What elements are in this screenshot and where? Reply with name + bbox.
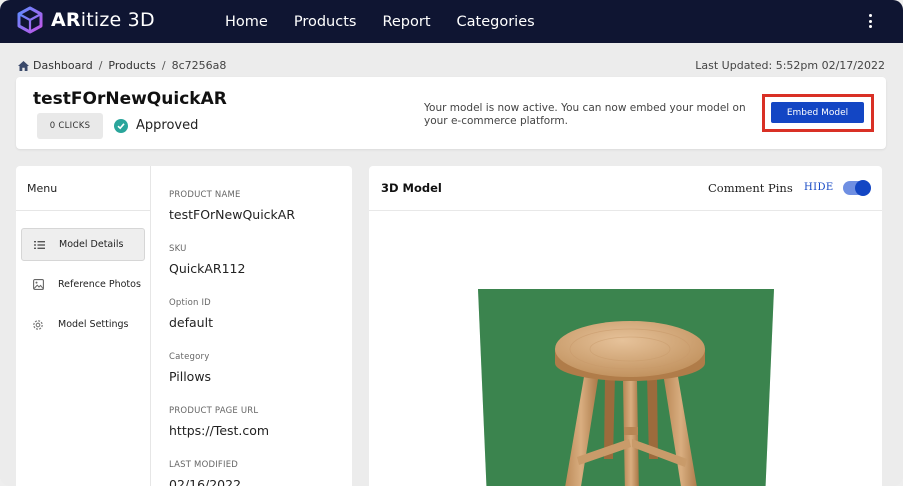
product-name-value: testFOrNewQuickAR bbox=[169, 207, 296, 222]
hide-pins-button[interactable]: HIDE bbox=[804, 182, 834, 193]
breadcrumb-dashboard[interactable]: Dashboard bbox=[33, 59, 93, 72]
divider bbox=[369, 210, 882, 211]
menu-heading: Menu bbox=[27, 182, 58, 195]
last-modified-label: LAST MODIFIED bbox=[169, 460, 239, 470]
clicks-badge: 0 CLICKS bbox=[37, 113, 103, 139]
cube-logo-icon bbox=[17, 6, 43, 34]
menu-item-model-settings[interactable]: Model Settings bbox=[21, 308, 145, 341]
check-circle-icon bbox=[114, 118, 128, 133]
last-updated: Last Updated: 5:52pm 02/17/2022 bbox=[695, 59, 885, 72]
details-panel: Menu Model Details Reference Photos Mode… bbox=[16, 166, 352, 486]
nav-report[interactable]: Report bbox=[382, 14, 430, 30]
logo[interactable]: ARitize 3D bbox=[17, 6, 155, 34]
embed-model-button[interactable]: Embed Model bbox=[771, 102, 864, 123]
activation-message: Your model is now active. You can now em… bbox=[424, 102, 746, 127]
divider bbox=[16, 210, 151, 211]
product-url-value[interactable]: https://Test.com bbox=[169, 423, 269, 438]
sku-value: QuickAR112 bbox=[169, 261, 246, 276]
nav-products[interactable]: Products bbox=[294, 14, 357, 30]
option-id-value: default bbox=[169, 315, 213, 330]
image-icon bbox=[25, 279, 51, 290]
model-viewer-panel: 3D Model Comment Pins HIDE bbox=[369, 166, 882, 486]
list-icon bbox=[26, 240, 52, 249]
gear-icon bbox=[25, 319, 51, 331]
sku-label: SKU bbox=[169, 244, 187, 254]
kebab-menu-icon[interactable] bbox=[865, 12, 875, 30]
category-value: Pillows bbox=[169, 369, 212, 384]
model-viewer-canvas[interactable] bbox=[477, 289, 774, 486]
model-panel-title: 3D Model bbox=[381, 181, 442, 195]
menu-item-model-details[interactable]: Model Details bbox=[21, 228, 145, 261]
menu-item-label: Model Settings bbox=[58, 319, 129, 330]
breadcrumb-products[interactable]: Products bbox=[108, 59, 156, 72]
menu-item-reference-photos[interactable]: Reference Photos bbox=[21, 268, 145, 301]
home-icon bbox=[18, 60, 29, 71]
menu-item-label: Model Details bbox=[59, 239, 124, 250]
breadcrumb-current: 8c7256a8 bbox=[171, 59, 227, 72]
status-badge: Approved bbox=[114, 118, 198, 133]
top-nav: ARitize 3D Home Products Report Categori… bbox=[0, 0, 903, 43]
category-label: Category bbox=[169, 352, 210, 362]
product-name-label: PRODUCT NAME bbox=[169, 190, 241, 200]
product-status-card: testFOrNewQuickAR 0 CLICKS Approved Your… bbox=[16, 77, 886, 149]
comment-pins-toggle[interactable] bbox=[843, 180, 871, 196]
product-title: testFOrNewQuickAR bbox=[33, 89, 227, 109]
side-menu: Menu Model Details Reference Photos Mode… bbox=[16, 166, 151, 486]
breadcrumb-separator: / bbox=[98, 59, 103, 72]
logo-text: ARitize 3D bbox=[51, 9, 155, 31]
model-details: PRODUCT NAME testFOrNewQuickAR SKU Quick… bbox=[169, 166, 352, 486]
nav-home[interactable]: Home bbox=[225, 14, 268, 30]
option-id-label: Option ID bbox=[169, 298, 211, 308]
comment-pins-label: Comment Pins bbox=[708, 181, 793, 195]
last-modified-value: 02/16/2022 bbox=[169, 477, 242, 486]
nav-links: Home Products Report Categories bbox=[225, 0, 561, 43]
product-url-label: PRODUCT PAGE URL bbox=[169, 406, 259, 416]
nav-categories[interactable]: Categories bbox=[457, 14, 535, 30]
stool-model-image bbox=[478, 289, 774, 486]
toggle-knob bbox=[855, 180, 871, 196]
status-text: Approved bbox=[136, 118, 199, 133]
app-frame: ARitize 3D Home Products Report Categori… bbox=[0, 0, 903, 486]
menu-item-label: Reference Photos bbox=[58, 279, 141, 290]
breadcrumb-separator: / bbox=[161, 59, 166, 72]
breadcrumb: Dashboard / Products / 8c7256a8 bbox=[18, 59, 226, 72]
